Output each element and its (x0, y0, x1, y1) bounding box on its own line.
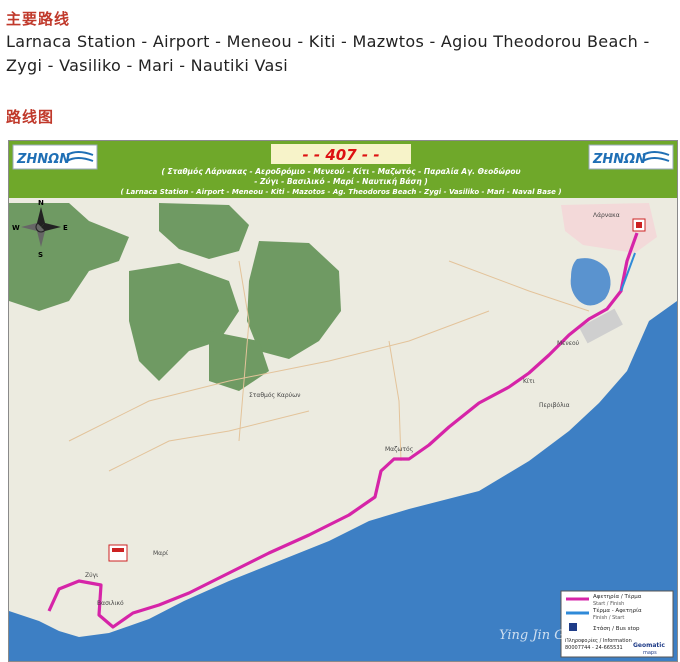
route-line-1: Larnaca Station - Airport - Meneou - Kit… (6, 32, 650, 51)
legend-brand-sub: maps (643, 650, 657, 656)
label-kiti: Κίτι (523, 378, 535, 385)
terminal-flag-larnaca (632, 218, 646, 232)
legend-brand: Geomatic (633, 642, 665, 649)
route-line-2: Zygi - Vasiliko - Mari - Nautiki Vasi (6, 56, 288, 75)
legend-item2-gr: Τέρμα - Αφετηρία (592, 607, 642, 614)
map-section-heading: 路线图 (6, 108, 55, 126)
route-number: - - 407 - - (302, 146, 379, 164)
logo-right-text: ZHNΩN (592, 152, 646, 167)
compass-n: N (38, 199, 44, 207)
greek-stops-line-2: - Ζύγι - Βασιλικό - Μαρί - Ναυτική Βάση … (254, 177, 428, 186)
english-stops-line: ( Larnaca Station - Airport - Meneou - K… (120, 188, 561, 196)
legend-item1-en: Start / Finish (593, 601, 624, 607)
greek-stops-line-1: ( Σταθμός Λάρνακας - Αεροδρόμιο - Μενεού… (161, 167, 520, 176)
route-section-heading: 主要路线 (6, 10, 71, 28)
label-zygi: Ζύγι (85, 572, 98, 579)
label-mari: Μαρί (153, 550, 168, 557)
terminal-flag-mari (108, 544, 128, 562)
label-vasiliko: Βασιλικό (97, 600, 124, 607)
label-mazotos: Μαζωτός (385, 446, 413, 453)
watermark: Ying Jin Group (499, 628, 596, 643)
route-description: Larnaca Station - Airport - Meneou - Kit… (6, 30, 676, 78)
legend-item3: Στάση / Bus stop (593, 625, 640, 632)
logo-left-text: ZHNΩN (16, 152, 70, 167)
label-perivolia: Περιβόλια (539, 402, 570, 409)
legend-item2-en: Finish / Start (593, 615, 624, 621)
compass-e: E (63, 224, 68, 232)
zhnon-logo-right: ZHNΩN (588, 144, 674, 170)
route-map: ZHNΩN ZHNΩN - - 407 - - ( Σταθμός Λάρνακ… (8, 140, 678, 662)
label-station: Σταθμός Καρύων (249, 392, 301, 399)
legend-info-phone: 80007744 - 24-665531 (565, 645, 623, 651)
legend-item1-gr: Αφετηρία / Τέρμα (593, 593, 642, 600)
compass-w: W (12, 224, 20, 232)
compass-s: S (38, 251, 43, 259)
zhnon-logo-left: ZHNΩN (12, 144, 98, 170)
label-larnaca: Λάρνακα (593, 212, 620, 219)
map-legend: Αφετηρία / Τέρμα Start / Finish Τέρμα - … (560, 590, 674, 658)
label-meneou: Μενεού (557, 340, 580, 347)
